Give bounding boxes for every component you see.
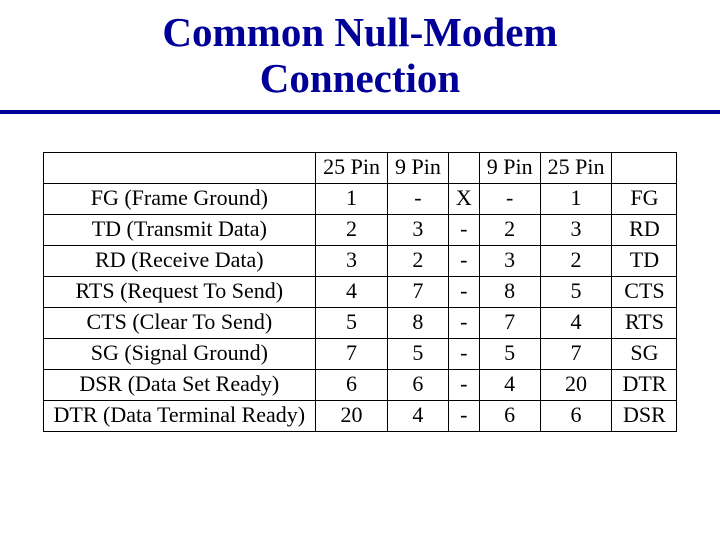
- cell-25pin-left: 2: [316, 214, 388, 245]
- cell-cross: -: [448, 400, 479, 431]
- cell-25pin-right: 4: [540, 307, 612, 338]
- cell-9pin-left: -: [387, 183, 448, 214]
- table-row: RD (Receive Data) 3 2 - 3 2 TD: [43, 245, 677, 276]
- cell-25pin-right: 20: [540, 369, 612, 400]
- title-line-2: Connection: [260, 55, 460, 101]
- col-header-9pin-left: 9 Pin: [387, 152, 448, 183]
- cell-9pin-right: -: [479, 183, 540, 214]
- cell-25pin-right: 2: [540, 245, 612, 276]
- col-header-25pin-right: 25 Pin: [540, 152, 612, 183]
- cell-signal-right: DTR: [612, 369, 677, 400]
- cell-25pin-left: 6: [316, 369, 388, 400]
- table-container: 25 Pin 9 Pin 9 Pin 25 Pin FG (Frame Grou…: [0, 152, 720, 432]
- cell-cross: -: [448, 214, 479, 245]
- col-header-25pin-left: 25 Pin: [316, 152, 388, 183]
- table-header-row: 25 Pin 9 Pin 9 Pin 25 Pin: [43, 152, 677, 183]
- slide-title: Common Null-Modem Connection: [0, 0, 720, 102]
- cell-9pin-left: 6: [387, 369, 448, 400]
- cell-signal-left: FG (Frame Ground): [43, 183, 316, 214]
- cell-9pin-left: 8: [387, 307, 448, 338]
- cell-9pin-right: 4: [479, 369, 540, 400]
- col-header-signal-right: [612, 152, 677, 183]
- cell-9pin-right: 8: [479, 276, 540, 307]
- cell-cross: X: [448, 183, 479, 214]
- cell-signal-left: DTR (Data Terminal Ready): [43, 400, 316, 431]
- cell-9pin-left: 3: [387, 214, 448, 245]
- table-row: TD (Transmit Data) 2 3 - 2 3 RD: [43, 214, 677, 245]
- cell-25pin-right: 3: [540, 214, 612, 245]
- cell-9pin-right: 5: [479, 338, 540, 369]
- cell-9pin-right: 3: [479, 245, 540, 276]
- cell-25pin-left: 3: [316, 245, 388, 276]
- cell-cross: -: [448, 245, 479, 276]
- cell-cross: -: [448, 307, 479, 338]
- cell-25pin-right: 1: [540, 183, 612, 214]
- cell-9pin-right: 6: [479, 400, 540, 431]
- cell-25pin-left: 1: [316, 183, 388, 214]
- table-row: RTS (Request To Send) 4 7 - 8 5 CTS: [43, 276, 677, 307]
- cell-9pin-left: 7: [387, 276, 448, 307]
- cell-9pin-left: 5: [387, 338, 448, 369]
- cell-25pin-left: 5: [316, 307, 388, 338]
- cell-9pin-right: 2: [479, 214, 540, 245]
- cell-signal-right: CTS: [612, 276, 677, 307]
- title-line-1: Common Null-Modem: [162, 9, 557, 55]
- cell-cross: -: [448, 338, 479, 369]
- cell-9pin-left: 2: [387, 245, 448, 276]
- cell-signal-right: TD: [612, 245, 677, 276]
- title-divider: [0, 110, 720, 114]
- cell-9pin-right: 7: [479, 307, 540, 338]
- cell-25pin-left: 4: [316, 276, 388, 307]
- cell-signal-right: DSR: [612, 400, 677, 431]
- cell-signal-left: RTS (Request To Send): [43, 276, 316, 307]
- cell-signal-left: RD (Receive Data): [43, 245, 316, 276]
- table-row: DTR (Data Terminal Ready) 20 4 - 6 6 DSR: [43, 400, 677, 431]
- null-modem-table: 25 Pin 9 Pin 9 Pin 25 Pin FG (Frame Grou…: [43, 152, 678, 432]
- cell-signal-right: SG: [612, 338, 677, 369]
- cell-25pin-right: 7: [540, 338, 612, 369]
- cell-cross: -: [448, 276, 479, 307]
- cell-signal-right: FG: [612, 183, 677, 214]
- cell-signal-left: TD (Transmit Data): [43, 214, 316, 245]
- col-header-cross: [448, 152, 479, 183]
- table-row: CTS (Clear To Send) 5 8 - 7 4 RTS: [43, 307, 677, 338]
- cell-25pin-right: 6: [540, 400, 612, 431]
- cell-9pin-left: 4: [387, 400, 448, 431]
- table-row: SG (Signal Ground) 7 5 - 5 7 SG: [43, 338, 677, 369]
- cell-25pin-right: 5: [540, 276, 612, 307]
- col-header-signal-left: [43, 152, 316, 183]
- cell-signal-left: SG (Signal Ground): [43, 338, 316, 369]
- cell-signal-left: CTS (Clear To Send): [43, 307, 316, 338]
- cell-signal-right: RTS: [612, 307, 677, 338]
- cell-signal-right: RD: [612, 214, 677, 245]
- cell-25pin-left: 20: [316, 400, 388, 431]
- table-row: FG (Frame Ground) 1 - X - 1 FG: [43, 183, 677, 214]
- cell-signal-left: DSR (Data Set Ready): [43, 369, 316, 400]
- col-header-9pin-right: 9 Pin: [479, 152, 540, 183]
- table-row: DSR (Data Set Ready) 6 6 - 4 20 DTR: [43, 369, 677, 400]
- cell-25pin-left: 7: [316, 338, 388, 369]
- cell-cross: -: [448, 369, 479, 400]
